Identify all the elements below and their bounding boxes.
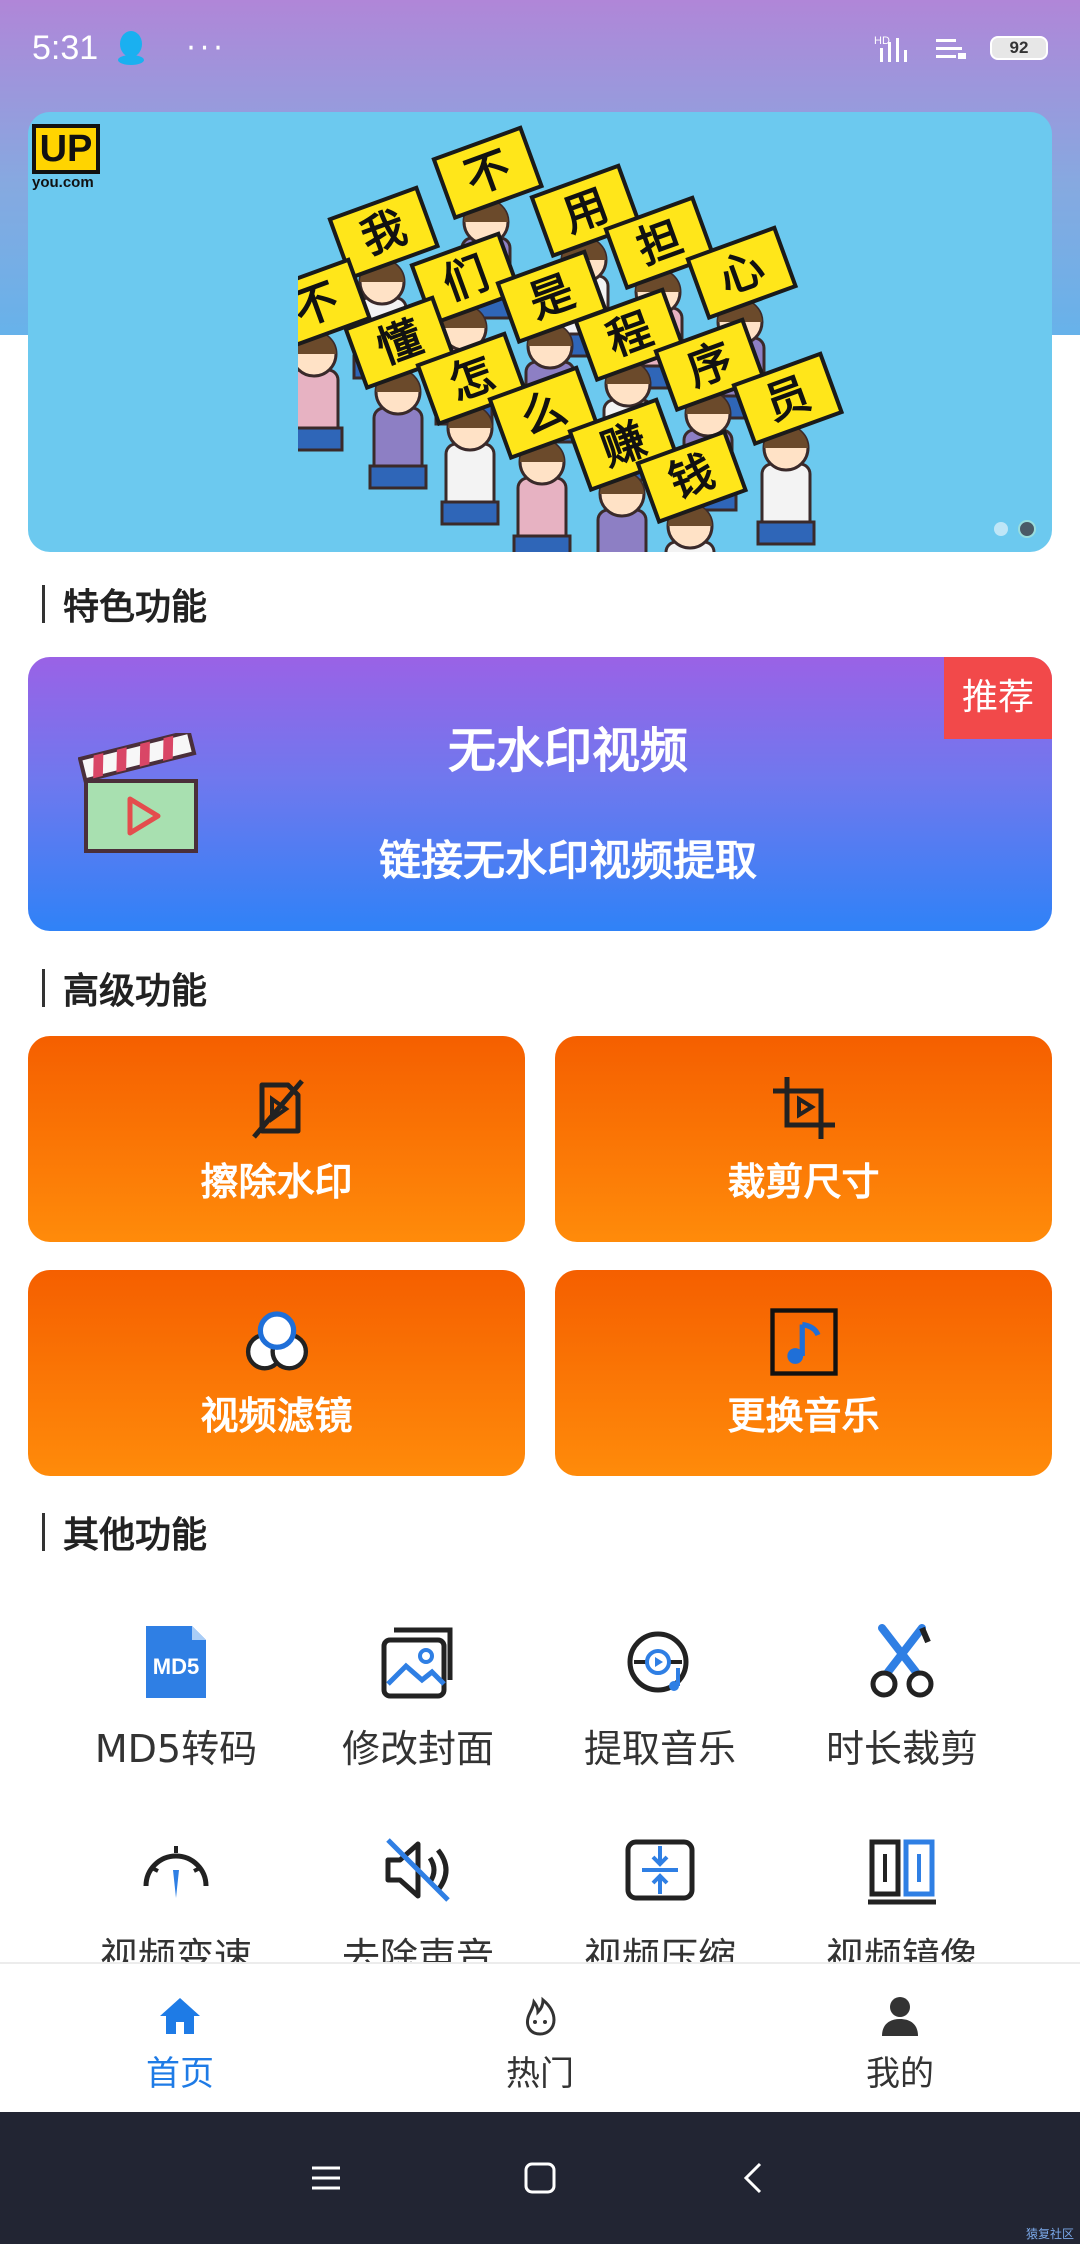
wifi-icon — [936, 39, 966, 59]
svg-text:MD5: MD5 — [153, 1654, 199, 1679]
tool-video-compress[interactable]: 视频压缩 — [560, 1830, 760, 1981]
video-filter-card[interactable]: 视频滤镜 — [28, 1270, 525, 1476]
svg-text:HD: HD — [874, 35, 890, 47]
erase-watermark-card[interactable]: 擦除水印 — [28, 1036, 525, 1242]
tab-hot[interactable]: 热门 — [360, 1964, 720, 2112]
section-title-other: 其他功能 — [42, 1506, 207, 1558]
md5-file-icon: MD5 — [146, 1626, 206, 1698]
tab-mine[interactable]: 我的 — [720, 1964, 1080, 2112]
tool-extract-music[interactable]: 提取音乐 — [560, 1622, 760, 1773]
up-logo: UP you.com — [32, 124, 100, 191]
back-icon[interactable] — [732, 2156, 776, 2200]
person-skirt — [440, 500, 500, 526]
person-skirt — [512, 534, 572, 552]
compress-icon — [625, 1839, 695, 1901]
banner-dot[interactable] — [994, 522, 1008, 536]
battery-indicator: 92 — [990, 36, 1048, 60]
corner-watermark: 猿复社区 — [1025, 2227, 1074, 2241]
image-icon — [381, 1627, 453, 1699]
tool-change-cover[interactable]: 修改封面 — [318, 1622, 518, 1773]
user-icon — [882, 1997, 918, 2036]
section-title-advanced: 高级功能 — [42, 962, 207, 1014]
status-time: 5:31 — [32, 28, 99, 67]
no-watermark-video-card[interactable]: 无水印视频 链接无水印视频提取 推荐 — [28, 657, 1052, 931]
tab-home[interactable]: 首页 — [0, 1964, 360, 2112]
scissors-icon — [870, 1624, 934, 1698]
crop-icon — [772, 1076, 835, 1139]
person-skirt — [756, 520, 816, 546]
sign-card: 不 — [431, 125, 545, 221]
featured-title: 无水印视频 — [447, 723, 688, 779]
tool-duration-trim[interactable]: 时长裁剪 — [802, 1622, 1002, 1773]
signal-icon: HD — [874, 35, 907, 62]
disc-music-icon — [627, 1631, 689, 1693]
mute-icon — [385, 1838, 450, 1902]
music-icon — [769, 1307, 838, 1376]
home-icon — [160, 1998, 200, 2034]
menu-icon[interactable] — [304, 2156, 348, 2200]
mirror-icon — [868, 1839, 936, 1905]
banner-dot-active[interactable] — [1018, 520, 1036, 538]
filter-icon — [245, 1310, 308, 1370]
status-more-dots: ··· — [186, 30, 227, 66]
crop-size-card[interactable]: 裁剪尺寸 — [555, 1036, 1052, 1242]
tool-remove-sound[interactable]: 去除声音 — [318, 1830, 518, 1981]
crowd-illustration: 不用担 心我们 是程 序员不懂怎么赚钱 — [298, 125, 845, 552]
speedometer-icon — [143, 1846, 209, 1898]
person-skirt — [368, 464, 428, 490]
qq-icon — [118, 31, 145, 65]
system-nav-bar: 猿复社区 — [0, 2112, 1080, 2244]
tool-video-mirror[interactable]: 视频镜像 — [802, 1830, 1002, 1981]
banner-pagination[interactable] — [994, 520, 1036, 538]
tool-md5[interactable]: MD5 MD5转码 — [76, 1622, 276, 1773]
featured-subtitle: 链接无水印视频提取 — [378, 836, 757, 885]
no-watermark-icon — [251, 1078, 304, 1139]
bottom-tab-bar: 首页 热门 我的 — [0, 1962, 1080, 2112]
home-button-icon[interactable] — [518, 2156, 562, 2200]
section-title-featured: 特色功能 — [42, 578, 207, 630]
status-bar: 5:31 ··· HD 92 — [0, 0, 1080, 96]
promo-banner[interactable]: UP you.com 不用担心我们是程序员不懂怎么赚钱 — [28, 112, 1052, 552]
hot-icon — [526, 1996, 556, 2036]
change-music-card[interactable]: 更换音乐 — [555, 1270, 1052, 1476]
recommend-badge: 推荐 — [944, 657, 1052, 739]
tool-video-speed[interactable]: 视频变速 — [76, 1830, 276, 1981]
person-skirt — [298, 426, 344, 452]
